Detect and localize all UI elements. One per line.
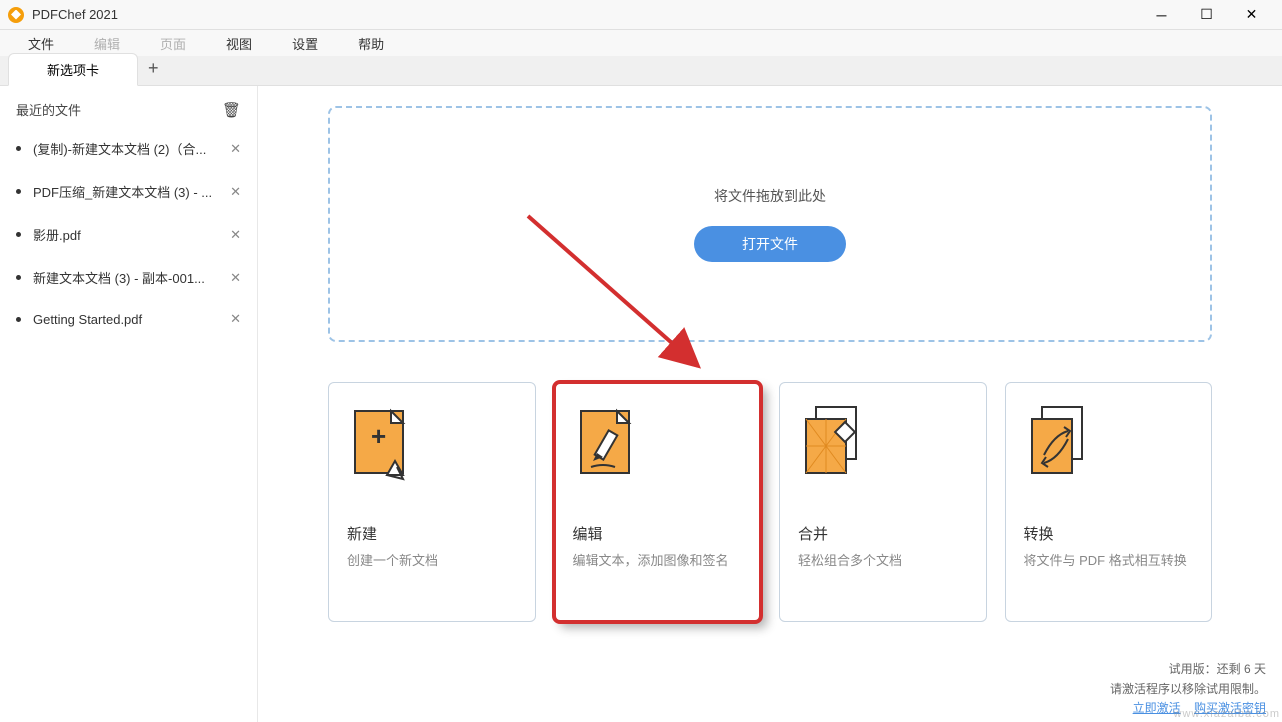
menu-help[interactable]: 帮助	[338, 31, 404, 56]
menu-view[interactable]: 视图	[206, 31, 272, 56]
merge-document-icon	[798, 405, 870, 483]
edit-document-icon	[573, 405, 645, 483]
recent-file-item[interactable]: 新建文本文档 (3) - 副本-001... ✕	[0, 256, 257, 299]
remove-recent-icon[interactable]: ✕	[230, 227, 241, 243]
card-title: 转换	[1024, 523, 1194, 544]
card-convert[interactable]: 转换 将文件与 PDF 格式相互转换	[1005, 382, 1213, 622]
recent-files-header: 最近的文件	[16, 100, 81, 119]
open-file-button[interactable]: 打开文件	[694, 226, 846, 262]
tab-label: 新选项卡	[47, 60, 99, 79]
menu-file[interactable]: 文件	[8, 31, 74, 56]
trash-icon[interactable]: 🗑	[222, 101, 241, 119]
titlebar: PDFChef 2021 ─ ☐ ✕	[0, 0, 1282, 30]
trial-status: 试用版：还剩 6 天	[1110, 660, 1266, 679]
tab-new[interactable]: 新选项卡	[8, 53, 138, 86]
close-button[interactable]: ✕	[1229, 0, 1274, 30]
remove-recent-icon[interactable]: ✕	[230, 141, 241, 157]
footer: 试用版：还剩 6 天 请激活程序以移除试用限制。 立即激活 购买激活密钥	[1110, 660, 1266, 718]
menubar: 文件 编辑 页面 视图 设置 帮助	[0, 30, 1282, 56]
recent-file-item[interactable]: (复制)-新建文本文档 (2)（合... ✕	[0, 127, 257, 170]
remove-recent-icon[interactable]: ✕	[230, 270, 241, 286]
buy-key-link[interactable]: 购买激活密钥	[1194, 701, 1266, 715]
main-area: 将文件拖放到此处 打开文件 + 新建 创建一个新文档	[258, 86, 1282, 722]
bullet-icon	[16, 146, 21, 151]
recent-file-name: Getting Started.pdf	[33, 312, 222, 327]
new-document-icon: +	[347, 405, 419, 483]
recent-file-item[interactable]: PDF压缩_新建文本文档 (3) - ... ✕	[0, 170, 257, 213]
bullet-icon	[16, 275, 21, 280]
recent-file-item[interactable]: 影册.pdf ✕	[0, 213, 257, 256]
tabbar: 新选项卡 +	[0, 56, 1282, 86]
card-desc: 创建一个新文档	[347, 550, 517, 569]
app-title: PDFChef 2021	[32, 7, 118, 22]
menu-edit: 编辑	[74, 31, 140, 56]
card-desc: 编辑文本，添加图像和签名	[573, 550, 743, 569]
new-tab-button[interactable]: +	[138, 52, 169, 85]
card-merge[interactable]: 合并 轻松组合多个文档	[779, 382, 987, 622]
card-edit[interactable]: 编辑 编辑文本，添加图像和签名	[554, 382, 762, 622]
activate-link[interactable]: 立即激活	[1133, 701, 1181, 715]
remove-recent-icon[interactable]: ✕	[230, 311, 241, 327]
recent-file-name: 影册.pdf	[33, 225, 222, 244]
recent-file-item[interactable]: Getting Started.pdf ✕	[0, 299, 257, 339]
card-title: 编辑	[573, 523, 743, 544]
recent-file-name: 新建文本文档 (3) - 副本-001...	[33, 268, 222, 287]
card-desc: 轻松组合多个文档	[798, 550, 968, 569]
maximize-button[interactable]: ☐	[1184, 0, 1229, 30]
remove-recent-icon[interactable]: ✕	[230, 184, 241, 200]
app-logo-icon	[8, 7, 24, 23]
minimize-button[interactable]: ─	[1139, 0, 1184, 30]
activation-prompt: 请激活程序以移除试用限制。	[1110, 682, 1266, 696]
convert-document-icon	[1024, 405, 1096, 483]
recent-file-name: PDF压缩_新建文本文档 (3) - ...	[33, 182, 222, 201]
menu-settings[interactable]: 设置	[272, 31, 338, 56]
bullet-icon	[16, 189, 21, 194]
card-title: 合并	[798, 523, 968, 544]
bullet-icon	[16, 317, 21, 322]
card-new[interactable]: + 新建 创建一个新文档	[328, 382, 536, 622]
card-title: 新建	[347, 523, 517, 544]
recent-file-name: (复制)-新建文本文档 (2)（合...	[33, 139, 222, 158]
sidebar: 最近的文件 🗑 (复制)-新建文本文档 (2)（合... ✕ PDF压缩_新建文…	[0, 86, 258, 722]
dropzone-text: 将文件拖放到此处	[714, 186, 826, 206]
card-desc: 将文件与 PDF 格式相互转换	[1024, 550, 1194, 569]
bullet-icon	[16, 232, 21, 237]
dropzone[interactable]: 将文件拖放到此处 打开文件	[328, 106, 1212, 342]
svg-text:+: +	[371, 421, 386, 451]
